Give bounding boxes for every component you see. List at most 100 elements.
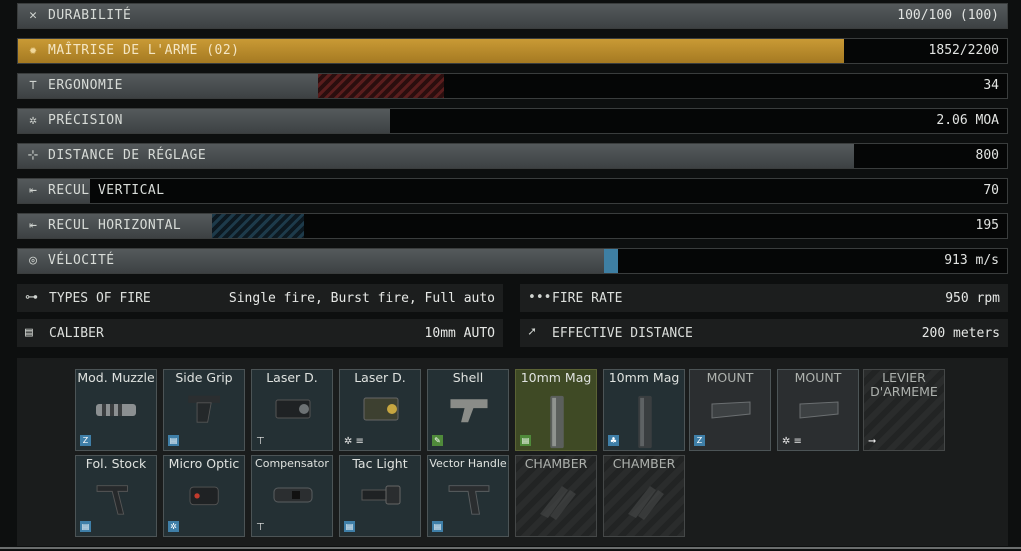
stat-value: 1852/2200 — [928, 43, 999, 58]
slot-laser-1[interactable]: Laser D. ⊤ — [251, 369, 333, 451]
stat-value: 34 — [983, 78, 999, 93]
slot-badge: ✲ — [168, 521, 179, 532]
slot-compensator[interactable]: Compensator ⊤ — [251, 455, 333, 537]
stat-label: RECUL HORIZONTAL — [48, 218, 182, 233]
stat-horizontal-recoil: ⇤ RECUL HORIZONTAL 195 — [17, 213, 1008, 239]
slot-tag: ✲ ≡ — [782, 436, 802, 447]
mastery-icon: ✹ — [29, 43, 37, 58]
slot-laser-2[interactable]: Laser D. ✲ ≡ — [339, 369, 421, 451]
stat-label: DURABILITÉ — [48, 8, 132, 23]
slot-name: LEVIER D'ARMEME — [870, 370, 938, 399]
slot-tag: ➞ — [868, 436, 877, 447]
ergonomics-icon: ⊤ — [29, 78, 37, 93]
stat-ergonomics: ⊤ ERGONOMIE 34 — [17, 73, 1008, 99]
slot-name: Laser D. — [266, 370, 318, 385]
stat-value: 800 — [975, 148, 999, 163]
flashlight-icon — [361, 485, 401, 505]
slot-badge: ▤ — [80, 521, 91, 532]
info-label: FIRE RATE — [552, 291, 623, 306]
slot-badge: Z — [694, 435, 705, 446]
slot-side-grip[interactable]: Side Grip ▤ — [163, 369, 245, 451]
info-fire-types: ⊶ TYPES OF FIRE Single fire, Burst fire,… — [17, 284, 503, 312]
stat-label: ERGONOMIE — [48, 78, 123, 93]
stat-durability: ✕ DURABILITÉ 100/100 (100) — [17, 3, 1008, 29]
stock-icon — [96, 485, 128, 515]
stat-value: 70 — [983, 183, 999, 198]
slot-tac-light[interactable]: Tac Light ▤ — [339, 455, 421, 537]
mount-icon — [799, 401, 839, 419]
info-value: 10mm AUTO — [424, 326, 495, 341]
slot-vector-handle[interactable]: Vector Handle ▤ — [427, 455, 509, 537]
info-value: 200 meters — [921, 326, 1000, 341]
divider — [0, 547, 1021, 549]
slot-charging-handle[interactable]: LEVIER D'ARMEME ➞ — [863, 369, 945, 451]
slot-name: Fol. Stock — [85, 456, 147, 471]
slot-badge: ▤ — [520, 435, 531, 446]
slot-mag-2[interactable]: 10mm Mag ♣ — [603, 369, 685, 451]
slot-mag-1[interactable]: 10mm Mag ▤ — [515, 369, 597, 451]
slot-tag: ⊤ — [256, 436, 265, 447]
stat-value: 195 — [975, 218, 999, 233]
info-value: Single fire, Burst fire, Full auto — [228, 291, 495, 306]
slot-mount-1[interactable]: MOUNT Z — [689, 369, 771, 451]
cartridge-icon — [540, 486, 576, 520]
slot-name: MOUNT — [794, 370, 842, 385]
slot-name: Mod. Muzzle — [77, 370, 155, 385]
velocity-icon: ◎ — [29, 253, 37, 268]
horizontal-recoil-icon: ⇤ — [29, 218, 37, 233]
compensator-icon — [273, 487, 313, 503]
info-fire-rate: ••• FIRE RATE 950 rpm — [520, 284, 1008, 312]
slot-chamber-2[interactable]: CHAMBER — [603, 455, 685, 537]
magazine-icon — [550, 395, 564, 449]
stat-label: VÉLOCITÉ — [48, 253, 115, 268]
stat-value: 100/100 (100) — [897, 8, 999, 23]
stat-label: DISTANCE DE RÉGLAGE — [48, 148, 207, 163]
caliber-icon: ▤ — [25, 325, 33, 340]
slot-mod-muzzle[interactable]: Mod. Muzzle Z — [75, 369, 157, 451]
stat-accuracy: ✲ PRÉCISION 2.06 MOA — [17, 108, 1008, 134]
slot-name: Laser D. — [354, 370, 406, 385]
slot-micro-optic[interactable]: Micro Optic ✲ — [163, 455, 245, 537]
slot-shell[interactable]: Shell ✎ — [427, 369, 509, 451]
mod-slots-panel: Mod. Muzzle Z Side Grip ▤ Laser D. ⊤ Las… — [17, 358, 1008, 546]
magazine-icon — [638, 395, 652, 449]
stat-velocity: ◎ VÉLOCITÉ 913 m/s — [17, 248, 1008, 274]
slot-badge: ♣ — [608, 435, 619, 446]
slot-name: Side Grip — [175, 370, 233, 385]
stat-value: 913 m/s — [944, 253, 999, 268]
effective-distance-icon: ➚ — [528, 325, 536, 340]
muzzle-brake-icon — [96, 404, 136, 416]
wrench-icon: ✕ — [29, 8, 37, 23]
receiver-icon — [450, 399, 488, 423]
slot-name: 10mm Mag — [608, 370, 680, 385]
slot-name: CHAMBER — [612, 456, 676, 471]
fire-mode-icon: ⊶ — [25, 290, 38, 305]
slot-tag: ⊤ — [256, 522, 265, 533]
slot-name: MOUNT — [706, 370, 754, 385]
slot-name: Shell — [452, 370, 484, 385]
slot-name: 10mm Mag — [520, 370, 592, 385]
slot-name: Vector Handle — [429, 457, 507, 470]
stat-label: MAÎTRISE DE L'ARME (02) — [48, 43, 240, 58]
red-dot-sight-icon — [189, 486, 219, 506]
fire-rate-icon: ••• — [528, 290, 552, 305]
grip-icon — [188, 395, 220, 423]
slot-folding-stock[interactable]: Fol. Stock ▤ — [75, 455, 157, 537]
stat-label: RECUL VERTICAL — [48, 183, 165, 198]
info-value: 950 rpm — [945, 291, 1000, 306]
slot-name: CHAMBER — [524, 456, 588, 471]
stat-label: PRÉCISION — [48, 113, 123, 128]
stat-vertical-recoil: ⇤ RECUL VERTICAL 70 — [17, 178, 1008, 204]
slot-mount-2[interactable]: MOUNT ✲ ≡ — [777, 369, 859, 451]
slot-name: Compensator — [255, 457, 329, 470]
accuracy-icon: ✲ — [29, 113, 37, 128]
slot-name: Tac Light — [352, 456, 408, 471]
info-label: CALIBER — [49, 326, 104, 341]
slot-badge: ▤ — [168, 435, 179, 446]
info-effective-distance: ➚ EFFECTIVE DISTANCE 200 meters — [520, 319, 1008, 347]
slot-name: Micro Optic — [168, 456, 240, 471]
slot-badge: ✎ — [432, 435, 443, 446]
stat-value: 2.06 MOA — [936, 113, 999, 128]
handguard-icon — [448, 485, 490, 515]
slot-chamber-1[interactable]: CHAMBER — [515, 455, 597, 537]
